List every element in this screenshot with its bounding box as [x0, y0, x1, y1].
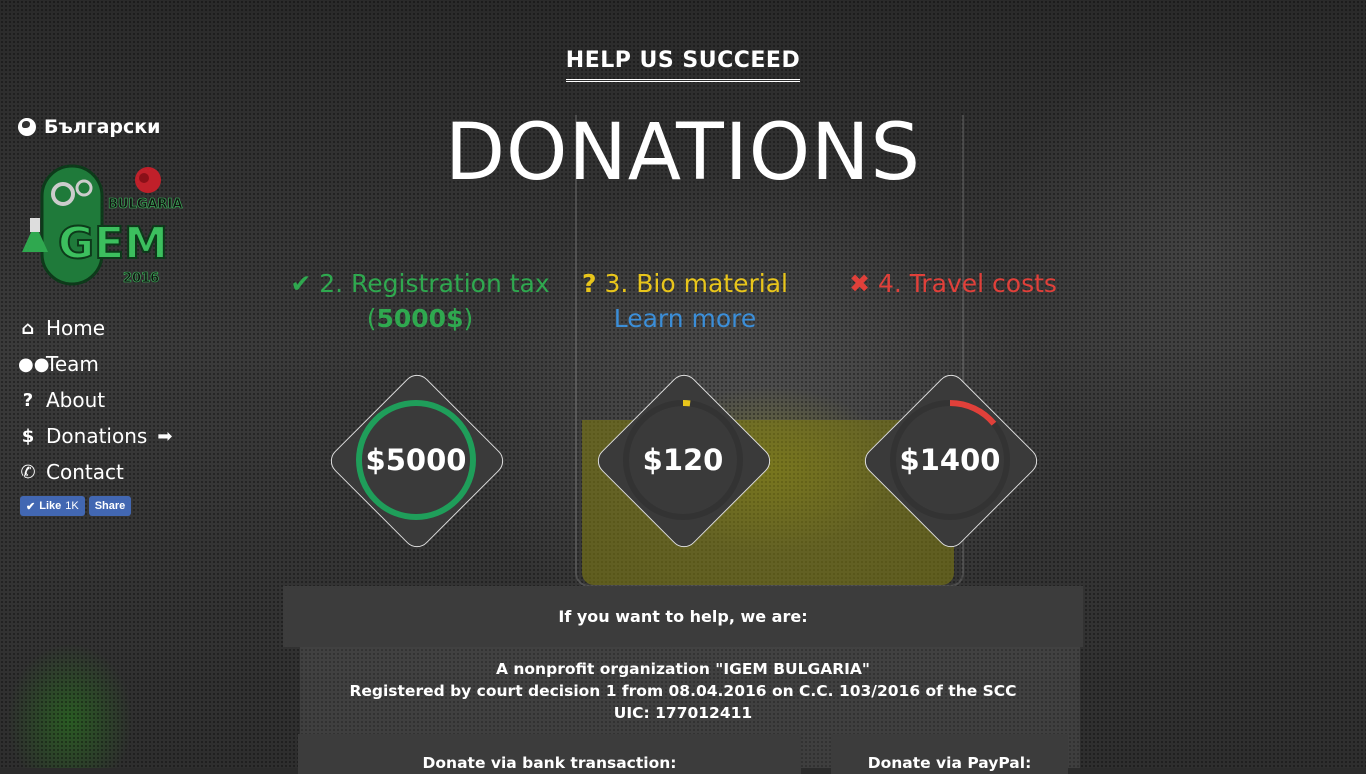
- help-heading: If you want to help, we are:: [558, 607, 808, 626]
- thumbs-up-icon: ✔: [26, 500, 36, 513]
- page-subtitle-wrap: HELP US SUCCEED: [0, 48, 1366, 82]
- phone-icon: ✆: [20, 461, 36, 483]
- help-heading-panel: If you want to help, we are:: [283, 586, 1083, 647]
- nav-item-team[interactable]: ●● Team: [18, 346, 172, 382]
- facebook-widget: ✔ Like 1K Share: [20, 496, 132, 516]
- nav-item-contact[interactable]: ✆ Contact: [18, 454, 172, 490]
- question-icon: ?: [22, 389, 34, 411]
- nav-item-donations[interactable]: $ Donations ➡: [18, 418, 173, 454]
- goal-amount: $1400: [899, 443, 1001, 477]
- bank-donation-panel: Donate via bank transaction:: [298, 734, 801, 774]
- goal-travel-costs: $1400: [859, 369, 1043, 553]
- nav-item-home[interactable]: ⌂ Home: [18, 310, 172, 346]
- step-bio-material: ? 3. Bio material Learn more: [580, 266, 790, 336]
- nav-label-donations: Donations: [46, 424, 148, 448]
- paren-open: (: [366, 304, 377, 333]
- logo-tag: BULGARIA: [108, 197, 182, 212]
- nav-item-about[interactable]: ? About: [18, 382, 172, 418]
- organization-info: A nonprofit organization "IGEM BULGARIA"…: [283, 658, 1083, 724]
- question-icon: ?: [582, 269, 597, 298]
- goal-amount: $120: [642, 443, 724, 477]
- goal-registration: $5000: [325, 369, 509, 553]
- cross-icon: ✖: [849, 269, 871, 298]
- step-travel-costs-label: 4. Travel costs: [877, 269, 1057, 298]
- check-icon: ✔: [290, 269, 312, 298]
- like-label: Like: [39, 500, 62, 512]
- team-icon: ●●: [18, 353, 50, 375]
- goal-amount: $5000: [365, 443, 467, 477]
- paypal-heading: Donate via PayPal:: [867, 754, 1032, 772]
- paypal-donation-panel: Donate via PayPal:: [831, 734, 1068, 774]
- facebook-share-button[interactable]: Share: [88, 496, 132, 516]
- facebook-like-button[interactable]: ✔ Like 1K: [20, 496, 85, 516]
- like-count: 1K: [65, 500, 79, 512]
- step-bio-material-label: 3. Bio material: [604, 269, 788, 298]
- main-nav: ⌂ Home ●● Team ? About $ Donations ➡ ✆ C…: [18, 310, 172, 490]
- page-subtitle: HELP US SUCCEED: [565, 48, 801, 82]
- org-name: A nonprofit organization "IGEM BULGARIA": [495, 660, 870, 678]
- learn-more-link[interactable]: Learn more: [614, 304, 757, 333]
- step-registration-label: 2. Registration tax: [319, 269, 550, 298]
- goal-bio-material: $120: [592, 369, 776, 553]
- step-travel-costs: ✖ 4. Travel costs: [848, 266, 1058, 301]
- paren-close: ): [463, 304, 474, 333]
- arrow-right-icon: ➡: [157, 425, 173, 447]
- logo-year: 2016: [123, 271, 159, 286]
- nav-label-contact: Contact: [46, 460, 124, 484]
- share-label: Share: [94, 500, 126, 512]
- nav-label-home: Home: [46, 316, 106, 340]
- nav-label-team: Team: [46, 352, 99, 376]
- step-registration: ✔ 2. Registration tax (5000$): [290, 266, 550, 336]
- dollar-icon: $: [21, 425, 35, 447]
- page-title: DONATIONS: [444, 108, 921, 198]
- step-registration-amount: 5000$: [376, 304, 464, 333]
- bank-heading: Donate via bank transaction:: [422, 754, 677, 772]
- nav-label-about: About: [46, 388, 106, 412]
- home-icon: ⌂: [21, 317, 35, 339]
- org-registration: Registered by court decision 1 from 08.0…: [349, 682, 1017, 700]
- svg-text:GEM: GEM: [58, 218, 168, 269]
- org-uic: UIC: 177012411: [613, 704, 753, 722]
